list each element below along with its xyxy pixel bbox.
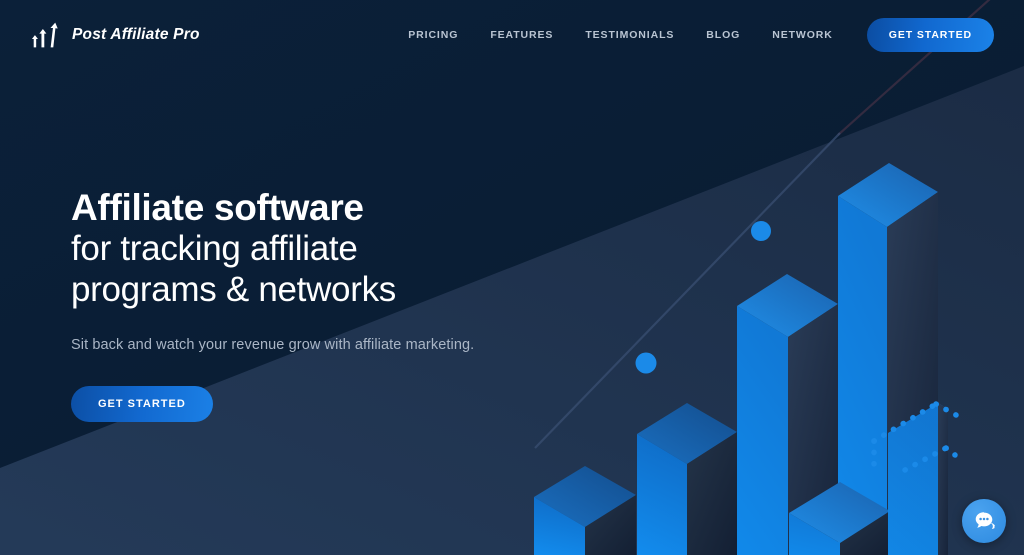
- nav-link-testimonials[interactable]: TESTIMONIALS: [569, 29, 690, 41]
- bar-arrows-icon: [31, 22, 58, 48]
- nav-link-blog[interactable]: BLOG: [690, 29, 756, 41]
- main-navigation: PRICING FEATURES TESTIMONIALS BLOG NETWO…: [392, 18, 994, 52]
- bar-2: [637, 403, 737, 555]
- nav-link-pricing[interactable]: PRICING: [392, 29, 474, 41]
- chat-widget-button[interactable]: [962, 499, 1006, 543]
- hero-subtitle: Sit back and watch your revenue grow wit…: [71, 336, 475, 353]
- headline-line-3: programs & networks: [71, 269, 396, 309]
- page-title: Affiliate software for tracking affiliat…: [71, 186, 541, 311]
- hero-section: Post Affiliate Pro PRICING FEATURES TEST…: [0, 0, 1024, 555]
- nav-link-network[interactable]: NETWORK: [756, 29, 849, 41]
- site-header: Post Affiliate Pro PRICING FEATURES TEST…: [0, 0, 1024, 70]
- chat-bubble-dots-icon: [975, 512, 995, 529]
- hero-get-started-button[interactable]: GET STARTED: [71, 385, 213, 422]
- brand-logo[interactable]: Post Affiliate Pro: [30, 21, 200, 49]
- header-get-started-button[interactable]: GET STARTED: [866, 18, 994, 52]
- hero-copy: Affiliate software for tracking affiliat…: [71, 186, 541, 422]
- headline-line-1: Affiliate software: [71, 187, 364, 228]
- nav-link-features[interactable]: FEATURES: [474, 29, 569, 41]
- headline-line-2: for tracking affiliate: [71, 229, 358, 269]
- brand-name: Post Affiliate Pro: [72, 26, 200, 43]
